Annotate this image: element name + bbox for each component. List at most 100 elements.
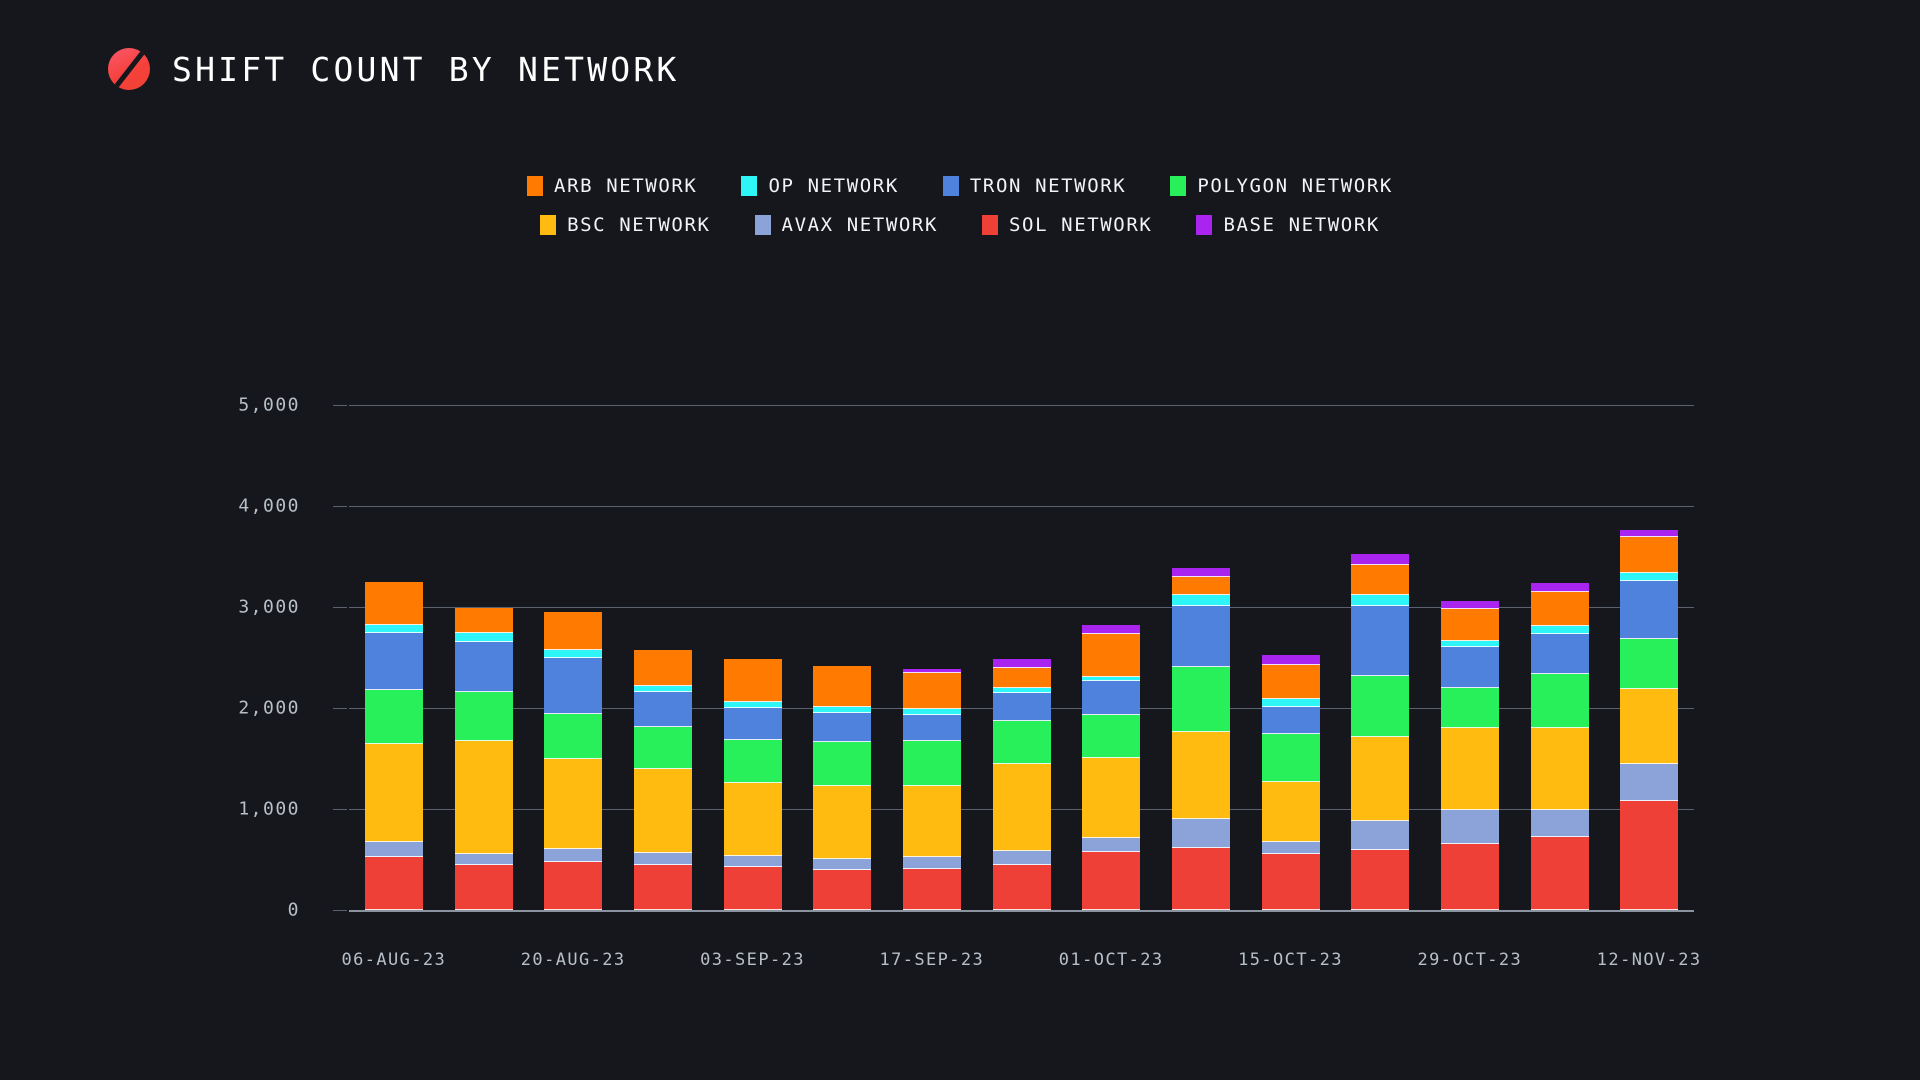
bar-segment-base[interactable] [1351, 553, 1410, 565]
bar-segment-sol[interactable] [1351, 849, 1410, 910]
bar-segment-bsc[interactable] [454, 741, 513, 855]
bar-08-OCT-23[interactable] [1171, 567, 1230, 910]
bar-segment-polygon[interactable] [1171, 667, 1230, 732]
bar-segment-op[interactable] [1530, 626, 1589, 635]
bar-segment-op[interactable] [1261, 699, 1320, 707]
bar-segment-bsc[interactable] [1620, 688, 1679, 764]
bar-segment-tron[interactable] [723, 707, 782, 741]
bar-segment-bsc[interactable] [1261, 781, 1320, 843]
bar-segment-arb[interactable] [454, 608, 513, 633]
bar-segment-tron[interactable] [544, 657, 603, 715]
bar-segment-tron[interactable] [1082, 681, 1141, 715]
bar-segment-polygon[interactable] [902, 741, 961, 787]
bar-segment-tron[interactable] [1171, 605, 1230, 668]
bar-segment-sol[interactable] [723, 866, 782, 910]
bar-segment-base[interactable] [992, 658, 1051, 669]
bar-segment-arb[interactable] [992, 668, 1051, 688]
bar-segment-bsc[interactable] [1440, 728, 1499, 810]
bar-segment-sol[interactable] [1261, 853, 1320, 910]
bar-segment-avax[interactable] [992, 851, 1051, 865]
bar-segment-arb[interactable] [723, 659, 782, 702]
bar-segment-base[interactable] [1620, 530, 1679, 538]
bar-05-NOV-23[interactable] [1530, 583, 1589, 910]
bar-segment-sol[interactable] [1530, 837, 1589, 910]
bar-segment-polygon[interactable] [454, 691, 513, 742]
bar-06-AUG-23[interactable] [364, 582, 423, 910]
bar-segment-base[interactable] [1082, 624, 1141, 635]
bar-segment-sol[interactable] [902, 868, 961, 910]
bar-segment-avax[interactable] [1440, 809, 1499, 845]
bar-segment-polygon[interactable] [1351, 676, 1410, 738]
bar-segment-arb[interactable] [1620, 537, 1679, 574]
bar-segment-avax[interactable] [1082, 837, 1141, 853]
bar-segment-arb[interactable] [902, 673, 961, 709]
bar-segment-tron[interactable] [454, 642, 513, 692]
bar-segment-polygon[interactable] [1530, 674, 1589, 729]
bar-segment-avax[interactable] [364, 842, 423, 858]
bar-segment-bsc[interactable] [1530, 728, 1589, 810]
bar-17-SEP-23[interactable] [902, 669, 961, 910]
bar-segment-base[interactable] [1440, 600, 1499, 609]
bar-segment-tron[interactable] [1530, 634, 1589, 675]
bar-segment-arb[interactable] [1530, 592, 1589, 627]
bar-segment-op[interactable] [544, 649, 603, 658]
bar-12-NOV-23[interactable] [1620, 530, 1679, 910]
bar-segment-sol[interactable] [1440, 844, 1499, 910]
bar-segment-sol[interactable] [364, 857, 423, 910]
bar-29-OCT-23[interactable] [1440, 600, 1499, 910]
bar-15-OCT-23[interactable] [1261, 654, 1320, 910]
bar-segment-arb[interactable] [364, 582, 423, 625]
bar-03-SEP-23[interactable] [723, 659, 782, 910]
bar-segment-op[interactable] [454, 632, 513, 643]
bar-segment-avax[interactable] [633, 853, 692, 865]
bar-segment-sol[interactable] [544, 861, 603, 910]
bar-segment-bsc[interactable] [813, 785, 872, 859]
bar-segment-polygon[interactable] [1440, 687, 1499, 729]
bar-segment-tron[interactable] [1440, 647, 1499, 688]
bar-segment-polygon[interactable] [1261, 734, 1320, 782]
bar-segment-bsc[interactable] [544, 758, 603, 850]
bar-segment-arb[interactable] [544, 611, 603, 650]
bar-segment-avax[interactable] [1620, 763, 1679, 801]
bar-segment-arb[interactable] [1171, 576, 1230, 595]
bar-segment-tron[interactable] [813, 712, 872, 742]
bar-segment-arb[interactable] [1082, 634, 1141, 678]
bar-segment-sol[interactable] [454, 864, 513, 910]
bar-segment-polygon[interactable] [723, 740, 782, 783]
bar-segment-tron[interactable] [902, 714, 961, 742]
bar-segment-bsc[interactable] [1351, 737, 1410, 821]
bar-segment-arb[interactable] [1440, 608, 1499, 642]
bar-segment-tron[interactable] [1261, 706, 1320, 735]
bar-segment-bsc[interactable] [992, 763, 1051, 852]
bar-segment-sol[interactable] [1171, 847, 1230, 910]
bar-segment-bsc[interactable] [364, 744, 423, 843]
bar-segment-polygon[interactable] [544, 714, 603, 759]
bar-segment-polygon[interactable] [1620, 638, 1679, 689]
bar-segment-sol[interactable] [1620, 800, 1679, 910]
bar-segment-avax[interactable] [1530, 809, 1589, 838]
bar-segment-avax[interactable] [902, 856, 961, 869]
bar-20-AUG-23[interactable] [544, 611, 603, 910]
bar-10-SEP-23[interactable] [813, 666, 872, 910]
bar-segment-avax[interactable] [1171, 818, 1230, 848]
bar-segment-tron[interactable] [1351, 605, 1410, 677]
bar-segment-op[interactable] [1171, 594, 1230, 606]
bar-segment-arb[interactable] [1351, 564, 1410, 596]
bar-segment-arb[interactable] [633, 649, 692, 686]
bar-segment-arb[interactable] [813, 666, 872, 708]
bar-segment-polygon[interactable] [633, 726, 692, 769]
bar-segment-polygon[interactable] [813, 741, 872, 786]
bar-24-SEP-23[interactable] [992, 658, 1051, 910]
bar-27-AUG-23[interactable] [633, 649, 692, 910]
bar-segment-avax[interactable] [813, 858, 872, 870]
bar-segment-tron[interactable] [364, 633, 423, 690]
bar-segment-bsc[interactable] [633, 768, 692, 854]
bar-segment-avax[interactable] [1351, 820, 1410, 850]
bar-segment-sol[interactable] [813, 869, 872, 910]
bar-segment-op[interactable] [1620, 573, 1679, 582]
bar-segment-sol[interactable] [992, 864, 1051, 910]
bar-segment-avax[interactable] [1261, 842, 1320, 854]
bar-segment-bsc[interactable] [902, 786, 961, 857]
bar-segment-polygon[interactable] [992, 720, 1051, 764]
bar-segment-tron[interactable] [633, 692, 692, 727]
